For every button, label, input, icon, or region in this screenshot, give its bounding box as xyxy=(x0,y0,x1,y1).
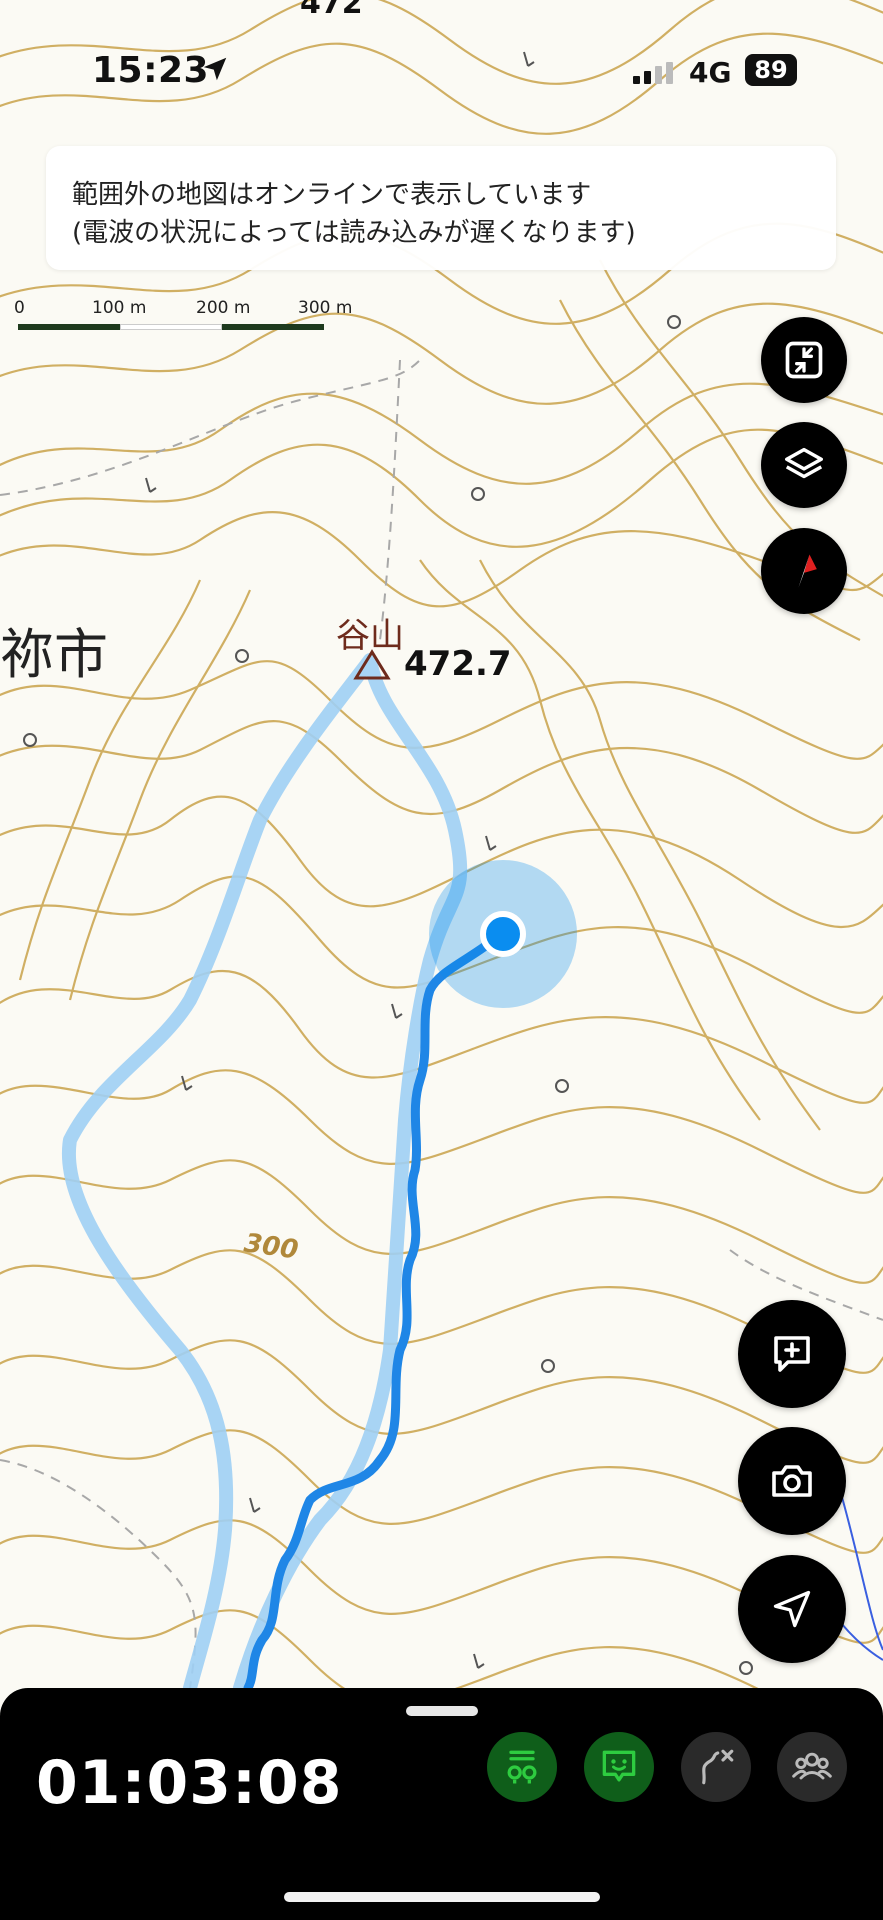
scale-label-200: 200 m xyxy=(196,298,251,318)
add-note-icon xyxy=(774,1336,810,1372)
checkpoint-button[interactable] xyxy=(487,1732,557,1802)
offline-map-notice: 範囲外の地図はオンラインで表示しています (電波の状況によっては読み込みが遅くな… xyxy=(46,146,836,270)
map-label-peak-name: 谷山 xyxy=(336,616,404,656)
navigation-button[interactable] xyxy=(738,1555,846,1663)
network-type: 4G xyxy=(689,56,732,89)
scale-segment xyxy=(120,324,222,330)
activity-panel[interactable]: 01:03:08 xyxy=(0,1688,883,1920)
elapsed-time: 01:03:08 xyxy=(36,1748,343,1818)
group-icon xyxy=(792,1752,832,1780)
drag-handle[interactable] xyxy=(406,1706,478,1716)
fullscreen-exit-button[interactable] xyxy=(761,317,847,403)
group-button[interactable] xyxy=(777,1732,847,1802)
status-bar: 15:23 4G 89 xyxy=(0,0,883,140)
fullscreen-exit-icon xyxy=(785,341,823,379)
layers-button[interactable] xyxy=(761,422,847,508)
scale-bar: 0 100 m 200 m 300 m xyxy=(14,298,354,338)
scale-segment xyxy=(18,324,120,330)
layers-icon xyxy=(785,447,823,479)
home-indicator xyxy=(284,1892,600,1902)
compass-button[interactable] xyxy=(761,528,847,614)
camera-button[interactable] xyxy=(738,1427,846,1535)
scale-label-300: 300 m xyxy=(298,298,353,318)
add-note-button[interactable] xyxy=(738,1300,846,1408)
scale-label-0: 0 xyxy=(14,298,25,318)
notice-line-1: 範囲外の地図はオンラインで表示しています xyxy=(72,180,592,210)
route-off-icon xyxy=(702,1749,734,1785)
route-off-button[interactable] xyxy=(681,1732,751,1802)
battery-indicator: 89 xyxy=(745,54,797,86)
notice-line-2: (電波の状況によっては読み込みが遅くなります) xyxy=(72,218,636,248)
signal-icon xyxy=(633,62,673,84)
checkpoint-icon xyxy=(507,1750,537,1784)
map-label-city: 祢市 xyxy=(0,623,108,686)
scale-segment xyxy=(222,324,324,330)
chat-face-button[interactable] xyxy=(584,1732,654,1802)
status-time: 15:23 xyxy=(92,50,210,91)
map-label-peak-elevation: 472.7 xyxy=(404,644,512,684)
camera-icon xyxy=(772,1465,812,1497)
location-arrow-icon xyxy=(203,57,227,81)
scale-label-100: 100 m xyxy=(92,298,147,318)
chat-face-icon xyxy=(602,1750,636,1782)
navigation-icon xyxy=(773,1590,811,1628)
current-location-dot xyxy=(480,911,526,957)
compass-icon xyxy=(798,554,817,588)
